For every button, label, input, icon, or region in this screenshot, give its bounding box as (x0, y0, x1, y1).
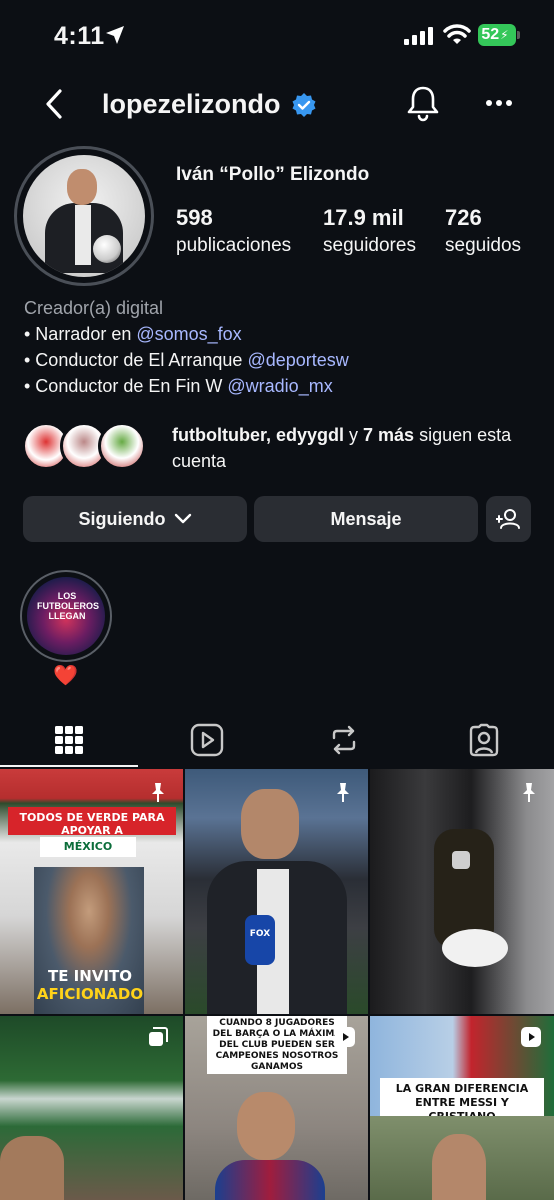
location-arrow-icon (106, 26, 124, 44)
battery-indicator: 52 ⚡ (478, 24, 516, 46)
mutual-followers[interactable]: futboltuber, edyygdl y 7 más siguen esta… (22, 422, 542, 472)
post-thumbnail[interactable]: LA GRAN DIFERENCIA ENTRE MESSI Y CRISTIA… (370, 1016, 554, 1200)
profile-bio: Creador(a) digital • Narrador en @somos_… (24, 295, 349, 399)
grid-icon (55, 726, 83, 754)
reels-play-icon (190, 723, 224, 757)
stat-followers[interactable]: 17.9 mil seguidores (323, 205, 416, 257)
charging-bolt-icon: ⚡ (500, 28, 509, 42)
profile-full-name: Iván “Pollo” Elizondo (176, 164, 370, 185)
status-time: 4:11 (54, 22, 105, 50)
bio-text: • Conductor de El Arranque (24, 350, 248, 370)
following-button[interactable]: Siguiendo (23, 496, 247, 542)
bio-text: • Narrador en (24, 324, 137, 344)
profile-category: Creador(a) digital (24, 298, 164, 318)
post-caption: TE INVITO (47, 967, 132, 985)
tab-posts-grid[interactable] (49, 720, 89, 760)
post-caption: MÉXICO (63, 840, 113, 853)
mention-link[interactable]: @deportesw (247, 350, 348, 370)
post-thumbnail[interactable] (0, 1016, 183, 1200)
suggested-people-button[interactable] (486, 496, 531, 542)
post-caption: CUANDO 8 JUGADORES DEL BARÇA O LA MÁXIMA… (212, 1018, 342, 1072)
avatar-image (23, 155, 145, 277)
story-highlight[interactable]: LOS FUTBOLEROS LLEGAN (20, 570, 112, 662)
bio-line: • Narrador en @somos_fox (24, 321, 349, 347)
stat-label: seguidores (323, 235, 416, 256)
pinned-icon (523, 783, 535, 802)
cellular-signal-icon (404, 27, 433, 45)
post-thumbnail[interactable]: TODOS DE VERDE PARA APOYAR A MÉXICO TE I… (0, 769, 183, 1014)
stat-value: 598 (176, 205, 213, 230)
mention-link[interactable]: @somos_fox (136, 324, 241, 344)
message-label: Mensaje (330, 508, 402, 529)
mention-link[interactable]: @wradio_mx (227, 376, 332, 396)
message-button[interactable]: Mensaje (254, 496, 478, 542)
profile-nav-bar: lopezelizondo (0, 80, 554, 128)
post-thumbnail[interactable]: CUANDO 8 JUGADORES DEL BARÇA O LA MÁXIMA… (185, 1016, 368, 1200)
stat-following[interactable]: 726 seguidos (445, 205, 521, 257)
bio-line: • Conductor de El Arranque @deportesw (24, 347, 349, 373)
following-label: Siguiendo (78, 508, 166, 529)
mutual-connector: y (344, 425, 364, 445)
carousel-icon (149, 1027, 168, 1046)
pinned-icon (152, 783, 164, 802)
status-bar: 4:11 52 ⚡ (0, 0, 554, 70)
profile-tabs (0, 712, 554, 768)
pinned-icon (337, 783, 349, 802)
tab-reposts[interactable] (324, 720, 364, 760)
tagged-person-icon (469, 723, 499, 757)
tab-reels[interactable] (187, 720, 227, 760)
highlight-label: ❤️ (53, 665, 78, 687)
profile-avatar[interactable] (14, 146, 154, 286)
mutual-follower-avatar (98, 422, 146, 470)
tab-tagged[interactable] (464, 720, 504, 760)
mic-label: FOX (249, 929, 271, 939)
stat-value: 726 (445, 205, 482, 230)
mutual-more: 7 más (363, 425, 415, 445)
mutual-names: futboltuber, edyygdl (172, 425, 345, 445)
chevron-down-icon (174, 513, 191, 524)
bell-icon (407, 86, 439, 122)
repost-icon (332, 725, 356, 755)
reel-icon (521, 1027, 541, 1047)
wifi-icon (443, 24, 471, 44)
highlight-cover: LOS FUTBOLEROS LLEGAN (27, 577, 105, 655)
more-options-button[interactable] (484, 88, 514, 123)
stat-label: publicaciones (176, 235, 292, 256)
bio-text: • Conductor de En Fin W (24, 376, 228, 396)
stat-posts[interactable]: 598 publicaciones (176, 205, 291, 257)
post-caption: AFICIONADO (36, 985, 144, 1003)
mutual-followers-text: futboltuber, edyygdl y 7 más siguen esta… (172, 422, 532, 474)
post-thumbnail[interactable]: FOX (185, 769, 368, 1014)
highlight-cover-text: LOS FUTBOLEROS LLEGAN (37, 591, 99, 621)
notifications-button[interactable] (405, 84, 441, 127)
post-thumbnail[interactable] (370, 769, 554, 1014)
stat-label: seguidos (445, 235, 522, 256)
post-caption: TODOS DE VERDE PARA APOYAR A (19, 811, 165, 837)
bio-line: • Conductor de En Fin W @wradio_mx (24, 373, 349, 399)
back-button[interactable] (38, 84, 70, 124)
active-tab-indicator (0, 765, 138, 767)
battery-level: 52 (481, 26, 500, 43)
stat-value: 17.9 mil (323, 205, 404, 230)
more-dots-icon (486, 100, 512, 106)
profile-username: lopezelizondo (102, 89, 281, 119)
reel-icon (335, 1027, 355, 1047)
add-person-icon (495, 509, 520, 529)
chevron-left-icon (46, 89, 62, 119)
verified-badge-icon (292, 93, 316, 117)
battery-tip (517, 31, 520, 39)
